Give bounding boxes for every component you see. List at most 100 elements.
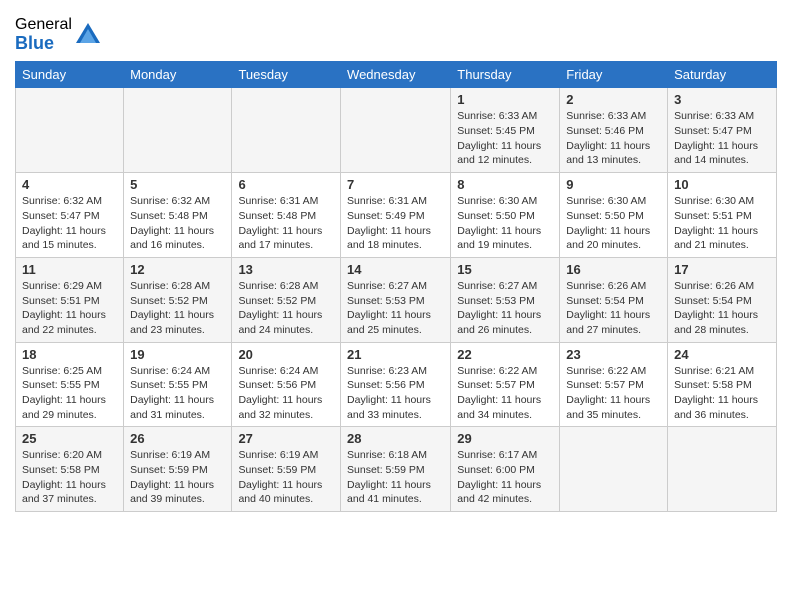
- day-info: Sunrise: 6:21 AMSunset: 5:58 PMDaylight:…: [674, 364, 770, 423]
- calendar-cell: 12 Sunrise: 6:28 AMSunset: 5:52 PMDayligh…: [124, 257, 232, 342]
- calendar-week: 25 Sunrise: 6:20 AMSunset: 5:58 PMDayligh…: [16, 427, 777, 512]
- calendar-cell: 13 Sunrise: 6:28 AMSunset: 5:52 PMDayligh…: [232, 257, 341, 342]
- calendar-cell: [16, 88, 124, 173]
- day-number: 12: [130, 262, 225, 277]
- day-info: Sunrise: 6:30 AMSunset: 5:50 PMDaylight:…: [457, 194, 553, 253]
- day-info: Sunrise: 6:28 AMSunset: 5:52 PMDaylight:…: [238, 279, 334, 338]
- calendar-week: 1Sunrise: 6:33 AMSunset: 5:45 PMDaylight…: [16, 88, 777, 173]
- calendar-cell: 14Sunrise: 6:27 AMSunset: 5:53 PMDayligh…: [341, 257, 451, 342]
- calendar-cell: 5 Sunrise: 6:32 AMSunset: 5:48 PMDaylight…: [124, 173, 232, 258]
- calendar-cell: 17 Sunrise: 6:26 AMSunset: 5:54 PMDayligh…: [668, 257, 777, 342]
- calendar-cell: [124, 88, 232, 173]
- logo-blue: Blue: [15, 34, 72, 54]
- calendar-cell: 15Sunrise: 6:27 AMSunset: 5:53 PMDayligh…: [451, 257, 560, 342]
- day-number: 29: [457, 431, 553, 446]
- calendar-cell: 6 Sunrise: 6:31 AMSunset: 5:48 PMDaylight…: [232, 173, 341, 258]
- day-info: Sunrise: 6:30 AMSunset: 5:51 PMDaylight:…: [674, 194, 770, 253]
- calendar-week: 11 Sunrise: 6:29 AMSunset: 5:51 PMDayligh…: [16, 257, 777, 342]
- day-number: 1: [457, 92, 553, 107]
- calendar-cell: 16 Sunrise: 6:26 AMSunset: 5:54 PMDayligh…: [560, 257, 668, 342]
- logo: General Blue: [15, 16, 102, 53]
- day-info: Sunrise: 6:28 AMSunset: 5:52 PMDaylight:…: [130, 279, 225, 338]
- day-info: Sunrise: 6:17 AMSunset: 6:00 PMDaylight:…: [457, 448, 553, 507]
- day-number: 13: [238, 262, 334, 277]
- day-info: Sunrise: 6:31 AMSunset: 5:48 PMDaylight:…: [238, 194, 334, 253]
- calendar-cell: 18Sunrise: 6:25 AMSunset: 5:55 PMDayligh…: [16, 342, 124, 427]
- day-info: Sunrise: 6:33 AMSunset: 5:46 PMDaylight:…: [566, 109, 661, 168]
- calendar-cell: 8 Sunrise: 6:30 AMSunset: 5:50 PMDaylight…: [451, 173, 560, 258]
- day-number: 19: [130, 347, 225, 362]
- day-number: 28: [347, 431, 444, 446]
- day-number: 26: [130, 431, 225, 446]
- calendar-table: SundayMondayTuesdayWednesdayThursdayFrid…: [15, 61, 777, 512]
- day-info: Sunrise: 6:22 AMSunset: 5:57 PMDaylight:…: [457, 364, 553, 423]
- header-day: Sunday: [16, 62, 124, 88]
- logo-icon: [74, 21, 102, 49]
- day-info: Sunrise: 6:32 AMSunset: 5:47 PMDaylight:…: [22, 194, 117, 253]
- calendar-cell: 22 Sunrise: 6:22 AMSunset: 5:57 PMDayligh…: [451, 342, 560, 427]
- day-number: 2: [566, 92, 661, 107]
- calendar-cell: 4 Sunrise: 6:32 AMSunset: 5:47 PMDaylight…: [16, 173, 124, 258]
- header-day: Wednesday: [341, 62, 451, 88]
- day-info: Sunrise: 6:22 AMSunset: 5:57 PMDaylight:…: [566, 364, 661, 423]
- day-info: Sunrise: 6:29 AMSunset: 5:51 PMDaylight:…: [22, 279, 117, 338]
- day-info: Sunrise: 6:19 AMSunset: 5:59 PMDaylight:…: [238, 448, 334, 507]
- calendar-cell: 20 Sunrise: 6:24 AMSunset: 5:56 PMDayligh…: [232, 342, 341, 427]
- day-info: Sunrise: 6:24 AMSunset: 5:56 PMDaylight:…: [238, 364, 334, 423]
- day-info: Sunrise: 6:27 AMSunset: 5:53 PMDaylight:…: [457, 279, 553, 338]
- day-number: 8: [457, 177, 553, 192]
- day-number: 9: [566, 177, 661, 192]
- calendar-cell: 3 Sunrise: 6:33 AMSunset: 5:47 PMDaylight…: [668, 88, 777, 173]
- calendar-cell: 7 Sunrise: 6:31 AMSunset: 5:49 PMDaylight…: [341, 173, 451, 258]
- day-info: Sunrise: 6:26 AMSunset: 5:54 PMDaylight:…: [674, 279, 770, 338]
- day-number: 23: [566, 347, 661, 362]
- day-number: 18: [22, 347, 117, 362]
- page-header: General Blue: [15, 10, 777, 53]
- header-day: Tuesday: [232, 62, 341, 88]
- calendar-cell: 29 Sunrise: 6:17 AMSunset: 6:00 PMDayligh…: [451, 427, 560, 512]
- calendar-cell: 19 Sunrise: 6:24 AMSunset: 5:55 PMDayligh…: [124, 342, 232, 427]
- calendar-week: 18Sunrise: 6:25 AMSunset: 5:55 PMDayligh…: [16, 342, 777, 427]
- day-number: 24: [674, 347, 770, 362]
- calendar-cell: 24 Sunrise: 6:21 AMSunset: 5:58 PMDayligh…: [668, 342, 777, 427]
- day-number: 7: [347, 177, 444, 192]
- calendar-cell: [668, 427, 777, 512]
- day-info: Sunrise: 6:20 AMSunset: 5:58 PMDaylight:…: [22, 448, 117, 507]
- calendar-cell: 9 Sunrise: 6:30 AMSunset: 5:50 PMDaylight…: [560, 173, 668, 258]
- calendar-cell: 28 Sunrise: 6:18 AMSunset: 5:59 PMDayligh…: [341, 427, 451, 512]
- calendar-cell: 11 Sunrise: 6:29 AMSunset: 5:51 PMDayligh…: [16, 257, 124, 342]
- day-info: Sunrise: 6:23 AMSunset: 5:56 PMDaylight:…: [347, 364, 444, 423]
- day-number: 11: [22, 262, 117, 277]
- day-number: 3: [674, 92, 770, 107]
- calendar-cell: 1Sunrise: 6:33 AMSunset: 5:45 PMDaylight…: [451, 88, 560, 173]
- header-day: Saturday: [668, 62, 777, 88]
- day-info: Sunrise: 6:33 AMSunset: 5:47 PMDaylight:…: [674, 109, 770, 168]
- calendar-cell: 25 Sunrise: 6:20 AMSunset: 5:58 PMDayligh…: [16, 427, 124, 512]
- calendar-week: 4 Sunrise: 6:32 AMSunset: 5:47 PMDaylight…: [16, 173, 777, 258]
- day-number: 4: [22, 177, 117, 192]
- day-number: 17: [674, 262, 770, 277]
- day-number: 21: [347, 347, 444, 362]
- calendar-cell: 26 Sunrise: 6:19 AMSunset: 5:59 PMDayligh…: [124, 427, 232, 512]
- day-number: 25: [22, 431, 117, 446]
- day-number: 20: [238, 347, 334, 362]
- day-info: Sunrise: 6:27 AMSunset: 5:53 PMDaylight:…: [347, 279, 444, 338]
- day-number: 27: [238, 431, 334, 446]
- day-info: Sunrise: 6:31 AMSunset: 5:49 PMDaylight:…: [347, 194, 444, 253]
- day-number: 6: [238, 177, 334, 192]
- calendar-cell: 23 Sunrise: 6:22 AMSunset: 5:57 PMDayligh…: [560, 342, 668, 427]
- calendar-cell: [232, 88, 341, 173]
- calendar-cell: [341, 88, 451, 173]
- day-number: 16: [566, 262, 661, 277]
- day-info: Sunrise: 6:30 AMSunset: 5:50 PMDaylight:…: [566, 194, 661, 253]
- header-day: Friday: [560, 62, 668, 88]
- day-info: Sunrise: 6:24 AMSunset: 5:55 PMDaylight:…: [130, 364, 225, 423]
- day-info: Sunrise: 6:32 AMSunset: 5:48 PMDaylight:…: [130, 194, 225, 253]
- day-number: 5: [130, 177, 225, 192]
- header-day: Thursday: [451, 62, 560, 88]
- day-info: Sunrise: 6:18 AMSunset: 5:59 PMDaylight:…: [347, 448, 444, 507]
- header-day: Monday: [124, 62, 232, 88]
- day-info: Sunrise: 6:19 AMSunset: 5:59 PMDaylight:…: [130, 448, 225, 507]
- day-info: Sunrise: 6:26 AMSunset: 5:54 PMDaylight:…: [566, 279, 661, 338]
- day-number: 22: [457, 347, 553, 362]
